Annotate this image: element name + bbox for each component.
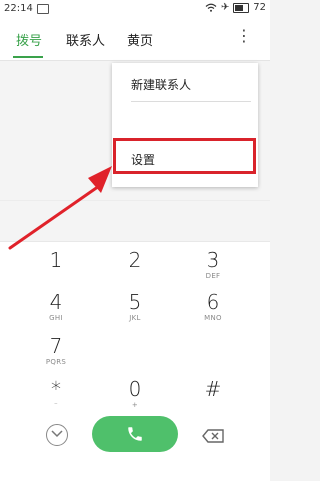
wifi-icon — [205, 3, 217, 12]
tab-yellow-pages[interactable]: 黄页 — [127, 30, 153, 49]
key-star[interactable]: * ⁻ — [26, 379, 86, 425]
status-icons: ✈ 72 — [205, 2, 266, 13]
status-time: 22:14 — [4, 3, 33, 14]
menu-separator — [131, 101, 251, 102]
image-notification-icon — [37, 4, 49, 14]
backspace-icon[interactable] — [202, 428, 224, 447]
call-button[interactable] — [92, 416, 178, 452]
phone-icon — [128, 427, 142, 441]
highlight-box — [113, 138, 256, 174]
status-bar: 22:14 ✈ 72 — [0, 0, 270, 18]
divider — [0, 200, 270, 201]
battery-icon — [233, 2, 250, 13]
key-7[interactable]: 7 PQRS — [26, 336, 86, 382]
tab-bar: 拨号 联系人 黄页 ⋮ — [0, 18, 270, 61]
key-6[interactable]: 6 MNO — [183, 292, 243, 338]
menu-item-new-contact[interactable]: 新建联系人 — [112, 65, 258, 101]
more-options-icon[interactable]: ⋮ — [236, 28, 252, 44]
dial-controls — [0, 416, 270, 480]
menu-item-label: 新建联系人 — [131, 78, 192, 92]
collapse-keypad-icon[interactable] — [46, 424, 68, 446]
active-tab-indicator — [13, 56, 43, 58]
tab-dialer[interactable]: 拨号 — [16, 30, 42, 49]
key-4[interactable]: 4 GHI — [26, 292, 86, 338]
airplane-icon: ✈ — [220, 2, 230, 13]
key-hash[interactable]: # — [183, 379, 243, 425]
tab-contacts[interactable]: 联系人 — [66, 30, 105, 49]
key-5[interactable]: 5 JKL — [105, 292, 165, 338]
battery-level: 72 — [253, 2, 266, 13]
